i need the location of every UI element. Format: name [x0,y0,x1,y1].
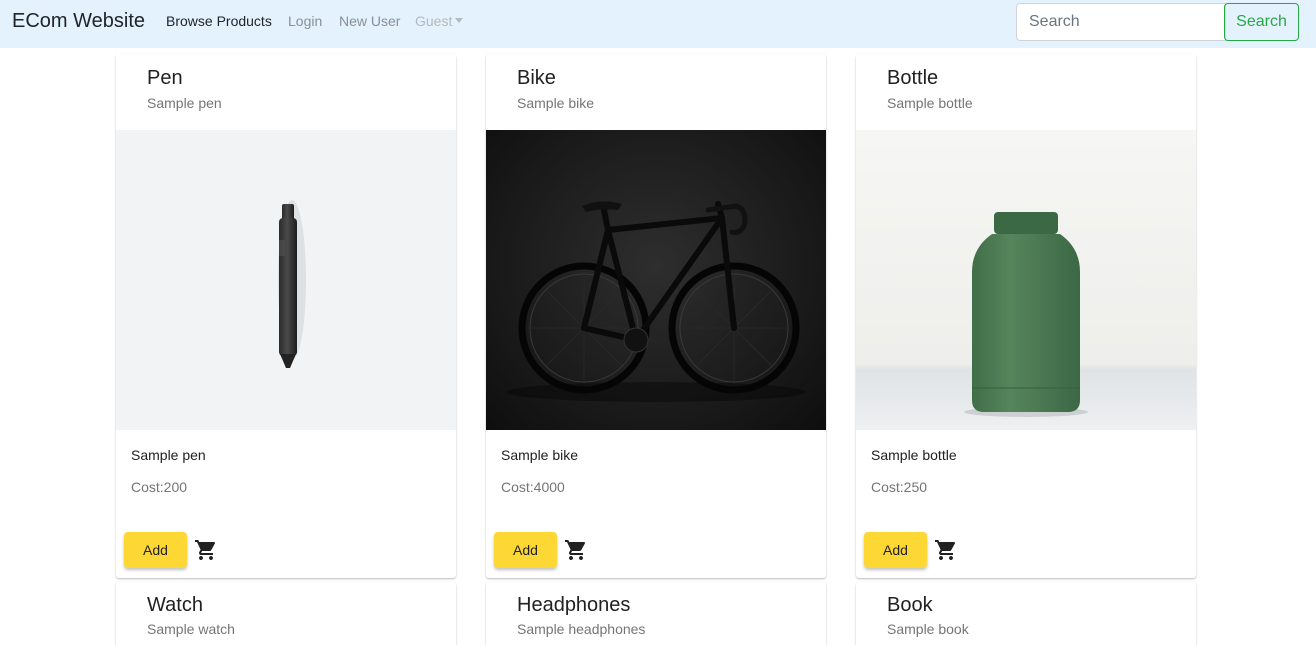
bottle-image [856,130,1196,430]
product-card-headphones: Headphones Sample headphones [486,582,826,645]
card-subtitle: Sample book [887,621,969,637]
brand-title[interactable]: ECom Website [12,10,145,33]
card-subtitle: Sample watch [147,621,235,637]
card-description: Sample bottle [871,447,957,463]
bike-image [486,130,826,430]
add-button[interactable]: Add [494,532,557,568]
cart-icon[interactable] [194,538,220,562]
pen-image [116,130,456,430]
navbar: ECom Website Browse Products Login New U… [0,0,1316,48]
card-description: Sample bike [501,447,579,463]
card-cost: Cost:250 [871,479,928,495]
card-cost: Cost:200 [131,479,188,495]
cart-icon[interactable] [564,538,590,562]
card-subtitle: Sample headphones [517,621,646,637]
product-card-book: Book Sample book [856,582,1196,645]
card-subtitle: Sample pen [147,95,222,111]
add-button[interactable]: Add [124,532,187,568]
cart-icon[interactable] [934,538,960,562]
nav-login[interactable]: Login [288,13,322,29]
card-subtitle: Sample bike [517,95,595,111]
add-button[interactable]: Add [864,532,927,568]
nav-guest-dropdown[interactable]: Guest [415,13,464,29]
card-title: Book [887,594,933,616]
nav-browse-products[interactable]: Browse Products [166,13,272,29]
card-title: Bike [517,67,556,89]
card-title: Pen [147,67,183,89]
card-subtitle: Sample bottle [887,95,973,111]
card-title: Watch [147,594,203,616]
search-input[interactable] [1016,3,1226,41]
guest-label: Guest [415,13,453,29]
search-button[interactable]: Search [1224,3,1299,41]
caret-down-icon [455,18,464,23]
product-card-watch: Watch Sample watch [116,582,456,645]
card-title: Headphones [517,594,631,616]
product-card-bottle: Bottle Sample bottle Sample bottle Cost:… [856,54,1196,578]
nav-new-user[interactable]: New User [339,13,400,29]
product-card-pen: Pen Sample pen Sample pen Cost:200 Add [116,54,456,578]
card-description: Sample pen [131,447,206,463]
product-card-bike: Bike Sample bike Sample bike Cost:4000 A… [486,54,826,578]
card-title: Bottle [887,67,939,89]
card-cost: Cost:4000 [501,479,565,495]
